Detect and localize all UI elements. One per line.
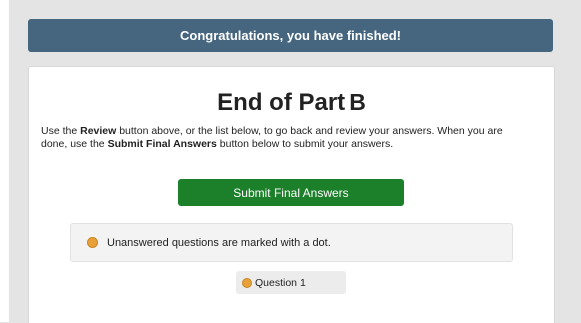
question-label: Question 1: [255, 276, 306, 289]
unanswered-dot-icon: [87, 237, 98, 248]
banner-text: Congratulations, you have finished!: [179, 28, 402, 43]
part-letter: B: [349, 89, 366, 115]
unanswered-dot-icon: [242, 277, 252, 288]
legend-text: Unanswered questions are marked with a d…: [107, 236, 331, 249]
review-keyword: Review: [80, 125, 117, 137]
end-of-part-card: End of Part B Use the Review button above…: [28, 66, 555, 323]
title-text: End of Part: [217, 89, 346, 116]
submit-keyword: Submit Final Answers: [107, 137, 217, 150]
instructions-segment: button below to submit your answers.: [216, 137, 394, 150]
left-page-edge: [0, 0, 9, 322]
page-title: End of Part B: [29, 89, 554, 117]
completion-banner: Congratulations, you have finished!: [28, 19, 553, 52]
question-1-button[interactable]: Question 1: [236, 271, 346, 294]
submit-final-answers-button[interactable]: Submit Final Answers: [178, 179, 404, 206]
unanswered-legend: Unanswered questions are marked with a d…: [70, 223, 513, 262]
instructions-segment: Use the: [41, 125, 81, 137]
instructions-text: Use the Review button above, or the list…: [41, 125, 511, 150]
